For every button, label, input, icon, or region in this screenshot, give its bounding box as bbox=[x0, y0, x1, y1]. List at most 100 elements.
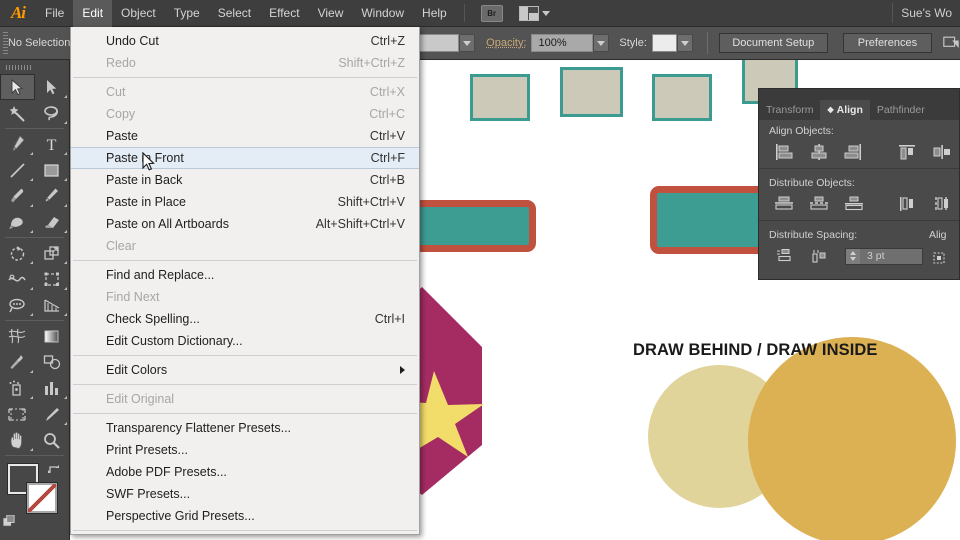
menu-item-cut[interactable]: Cut Ctrl+X bbox=[71, 81, 419, 103]
tab-transform[interactable]: Transform bbox=[759, 100, 820, 120]
menu-item-check-spelling[interactable]: Check Spelling... Ctrl+I bbox=[71, 308, 419, 330]
menu-item-find-and-replace[interactable]: Find and Replace... bbox=[71, 264, 419, 286]
pencil-tool[interactable] bbox=[35, 183, 70, 209]
tab-pathfinder[interactable]: Pathfinder bbox=[870, 100, 932, 120]
pen-tool[interactable] bbox=[0, 131, 35, 157]
artwork-rect-outlined[interactable] bbox=[470, 74, 530, 121]
menu-item-print-presets[interactable]: Print Presets... bbox=[71, 439, 419, 461]
eyedropper-tool[interactable] bbox=[0, 349, 35, 375]
stroke-swatch[interactable] bbox=[27, 483, 57, 513]
control-bar-overflow-icon[interactable] bbox=[943, 35, 960, 51]
horizontal-align-right-icon[interactable] bbox=[836, 139, 870, 165]
hand-tool[interactable] bbox=[0, 427, 35, 453]
artwork-circle-dark[interactable] bbox=[748, 337, 956, 540]
type-tool[interactable]: T bbox=[35, 131, 70, 157]
blend-tool[interactable] bbox=[35, 349, 70, 375]
shape-builder-tool[interactable] bbox=[0, 292, 35, 318]
menu-view[interactable]: View bbox=[309, 0, 353, 27]
menu-item-paste[interactable]: Paste Ctrl+V bbox=[71, 125, 419, 147]
lasso-tool[interactable] bbox=[35, 100, 70, 126]
vertical-align-top-icon[interactable] bbox=[890, 139, 924, 165]
spacing-stepper[interactable] bbox=[846, 248, 860, 264]
artwork-rect-outlined[interactable] bbox=[652, 74, 712, 121]
bridge-icon[interactable]: Br bbox=[480, 4, 503, 22]
vertical-distribute-space-icon[interactable] bbox=[767, 243, 803, 269]
free-transform-tool[interactable] bbox=[35, 266, 70, 292]
menu-help[interactable]: Help bbox=[413, 0, 456, 27]
menu-item-swf-presets[interactable]: SWF Presets... bbox=[71, 483, 419, 505]
vertical-distribute-top-icon[interactable] bbox=[767, 191, 802, 217]
opacity-dropdown[interactable] bbox=[593, 34, 610, 52]
menu-item-clear[interactable]: Clear bbox=[71, 235, 419, 257]
spacing-input[interactable]: 3 pt bbox=[845, 247, 923, 265]
menu-item-edit-custom-dictionary[interactable]: Edit Custom Dictionary... bbox=[71, 330, 419, 352]
artwork-rect-teal[interactable] bbox=[401, 200, 536, 252]
slice-tool[interactable] bbox=[35, 401, 70, 427]
menu-item-paste-in-place[interactable]: Paste in Place Shift+Ctrl+V bbox=[71, 191, 419, 213]
horizontal-align-center-icon[interactable] bbox=[801, 139, 835, 165]
zoom-tool[interactable] bbox=[35, 427, 70, 453]
scale-tool[interactable] bbox=[35, 240, 70, 266]
horizontal-align-left-icon[interactable] bbox=[767, 139, 801, 165]
column-graph-tool[interactable] bbox=[35, 375, 70, 401]
menu-object[interactable]: Object bbox=[112, 0, 165, 27]
document-setup-button[interactable]: Document Setup bbox=[718, 33, 829, 53]
perspective-grid-tool[interactable] bbox=[35, 292, 70, 318]
menu-file[interactable]: File bbox=[36, 0, 73, 27]
menu-item-copy[interactable]: Copy Ctrl+C bbox=[71, 103, 419, 125]
horizontal-distribute-left-icon[interactable] bbox=[890, 191, 925, 217]
menu-item-paste-in-front[interactable]: Paste in Front Ctrl+F bbox=[71, 147, 419, 169]
panel-grip[interactable] bbox=[759, 89, 959, 100]
menu-effect[interactable]: Effect bbox=[260, 0, 308, 27]
rectangle-tool[interactable] bbox=[35, 157, 70, 183]
width-tool[interactable] bbox=[0, 266, 35, 292]
artwork-rect-outlined[interactable] bbox=[560, 67, 623, 117]
tools-panel-grip[interactable] bbox=[0, 60, 69, 74]
preferences-button[interactable]: Preferences bbox=[842, 33, 932, 53]
menu-item-redo[interactable]: Redo Shift+Ctrl+Z bbox=[71, 52, 419, 74]
graphic-style-swatch[interactable] bbox=[651, 34, 677, 52]
vertical-distribute-center-icon[interactable] bbox=[802, 191, 837, 217]
blob-brush-tool[interactable] bbox=[0, 209, 35, 235]
canvas-text-label[interactable]: DRAW BEHIND / DRAW INSIDE bbox=[633, 341, 878, 360]
symbol-sprayer-tool[interactable] bbox=[0, 375, 35, 401]
menu-item-paste-in-back[interactable]: Paste in Back Ctrl+B bbox=[71, 169, 419, 191]
magic-wand-tool[interactable] bbox=[0, 100, 35, 126]
menu-item-undo-cut[interactable]: Undo Cut Ctrl+Z bbox=[71, 30, 419, 52]
opacity-field[interactable]: 100% bbox=[531, 34, 594, 52]
menu-item-edit-colors[interactable]: Edit Colors bbox=[71, 359, 419, 381]
menu-window[interactable]: Window bbox=[352, 0, 413, 27]
graphic-style-dropdown[interactable] bbox=[676, 34, 693, 52]
gradient-tool[interactable] bbox=[35, 323, 70, 349]
mesh-tool[interactable] bbox=[0, 323, 35, 349]
swap-fill-stroke-icon[interactable] bbox=[47, 462, 63, 476]
default-fill-stroke-icon[interactable] bbox=[3, 515, 16, 528]
menu-item-paste-on-all-artboards[interactable]: Paste on All Artboards Alt+Shift+Ctrl+V bbox=[71, 213, 419, 235]
line-segment-tool[interactable] bbox=[0, 157, 35, 183]
arrange-documents-button[interactable] bbox=[518, 5, 550, 21]
menu-item-find-next[interactable]: Find Next bbox=[71, 286, 419, 308]
menu-select[interactable]: Select bbox=[209, 0, 260, 27]
align-to-selection-icon[interactable] bbox=[931, 250, 947, 266]
direct-selection-tool[interactable] bbox=[35, 74, 70, 100]
workspace-switcher[interactable]: Sue's Wo bbox=[893, 6, 960, 20]
horizontal-distribute-center-icon[interactable] bbox=[924, 191, 959, 217]
rotate-tool[interactable] bbox=[0, 240, 35, 266]
eraser-tool[interactable] bbox=[35, 209, 70, 235]
menu-type[interactable]: Type bbox=[165, 0, 209, 27]
artboard-tool[interactable] bbox=[0, 401, 35, 427]
menu-item-transparency-flattener-presets[interactable]: Transparency Flattener Presets... bbox=[71, 417, 419, 439]
artwork-polygon-star[interactable] bbox=[420, 285, 565, 505]
opacity-label[interactable]: Opacity: bbox=[486, 37, 526, 49]
vertical-align-center-icon[interactable] bbox=[925, 139, 959, 165]
tab-align[interactable]: ◆ Align bbox=[820, 100, 870, 120]
vertical-distribute-bottom-icon[interactable] bbox=[836, 191, 871, 217]
stroke-profile-dropdown[interactable] bbox=[458, 34, 475, 52]
menu-item-edit-original[interactable]: Edit Original bbox=[71, 388, 419, 410]
menu-item-adobe-pdf-presets[interactable]: Adobe PDF Presets... bbox=[71, 461, 419, 483]
menu-edit[interactable]: Edit bbox=[73, 0, 113, 27]
paintbrush-tool[interactable] bbox=[0, 183, 35, 209]
menu-item-perspective-grid-presets[interactable]: Perspective Grid Presets... bbox=[71, 505, 419, 527]
selection-tool[interactable] bbox=[0, 74, 35, 100]
horizontal-distribute-space-icon[interactable] bbox=[803, 243, 839, 269]
